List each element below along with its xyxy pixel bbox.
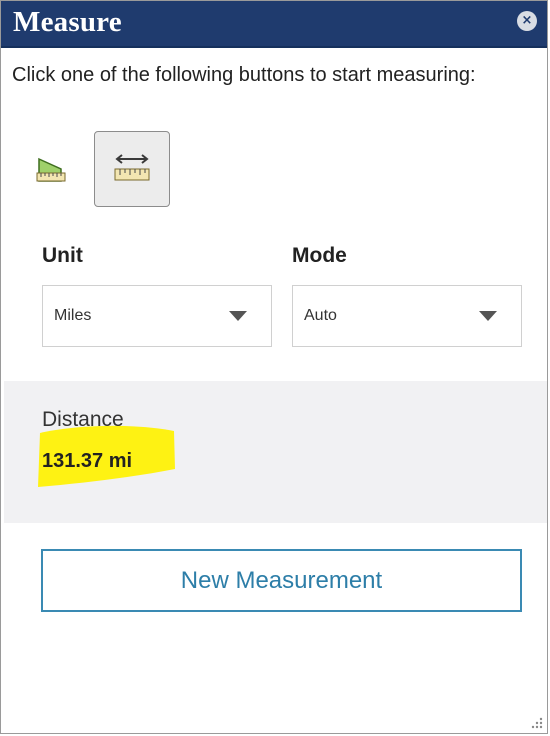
distance-value: 131.37 mi [42,450,133,472]
chevron-down-icon [229,311,247,321]
panel-title: Measure [13,6,122,38]
instructions-text: Click one of the following buttons to st… [12,64,476,86]
resize-grip-icon[interactable] [530,716,544,730]
chevron-down-icon [479,311,497,321]
unit-select[interactable]: Miles [42,285,272,347]
unit-label: Unit [42,244,83,267]
distance-tool-button[interactable] [94,131,170,207]
distance-ruler-icon [114,154,150,181]
area-ruler-icon [36,157,66,182]
measure-panel: Measure × Click one of the following but… [0,0,548,734]
unit-select-value: Miles [54,307,92,324]
distance-label: Distance [42,408,124,431]
close-button[interactable]: × [517,11,537,31]
mode-select-value: Auto [304,307,337,324]
area-tool-button[interactable] [25,143,77,195]
measurement-result: Distance 131.37 mi [4,381,547,523]
mode-select[interactable]: Auto [292,285,522,347]
mode-label: Mode [292,244,347,267]
new-measurement-button[interactable]: New Measurement [41,549,522,612]
title-bar[interactable]: Measure × [1,1,547,48]
